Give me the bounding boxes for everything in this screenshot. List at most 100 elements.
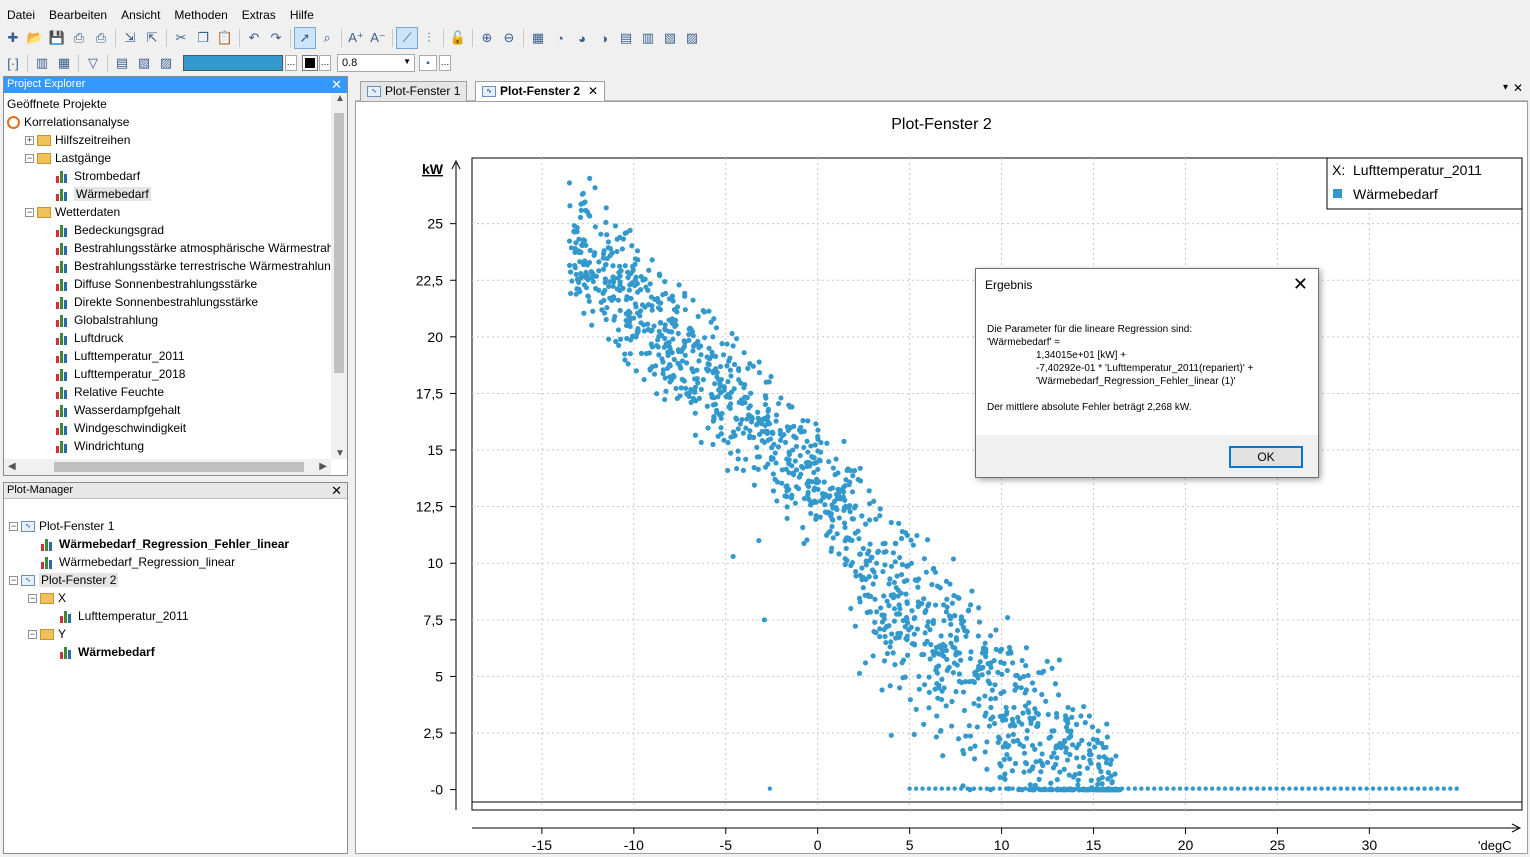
y-tick-label: 7,5 (424, 612, 444, 628)
data-point (1054, 777, 1060, 783)
y-axis-label: kW (422, 161, 444, 177)
data-point (1105, 769, 1111, 776)
data-point (926, 674, 932, 680)
data-point (630, 263, 636, 269)
data-point (657, 307, 664, 313)
data-point (720, 352, 727, 358)
data-point (982, 640, 988, 646)
ok-button[interactable]: OK (1229, 446, 1303, 468)
data-point (939, 786, 945, 791)
data-point (943, 647, 949, 654)
data-point (1006, 644, 1013, 651)
data-point (1005, 614, 1011, 621)
data-point (897, 554, 903, 561)
data-point (849, 537, 855, 543)
data-point (1048, 780, 1054, 786)
data-point (1024, 735, 1030, 741)
close-icon[interactable]: ✕ (1293, 274, 1308, 295)
data-point (692, 410, 698, 416)
data-point (896, 520, 902, 526)
data-point (701, 309, 708, 315)
data-point (1070, 706, 1076, 713)
data-point (633, 368, 639, 374)
data-point (692, 432, 699, 438)
data-point (1082, 720, 1088, 726)
data-point (809, 479, 815, 485)
data-point (991, 720, 998, 727)
data-point (1403, 786, 1408, 791)
data-point (950, 670, 956, 676)
data-point (842, 524, 848, 531)
data-point (567, 269, 574, 275)
data-point (1053, 761, 1059, 767)
data-point (877, 633, 883, 640)
data-point (954, 662, 960, 668)
data-point (725, 391, 731, 398)
legend: X: Lufttemperatur_2011 Wärmebedarf (1326, 157, 1523, 210)
data-point (884, 650, 891, 657)
data-point (1054, 714, 1060, 720)
data-point (926, 689, 932, 695)
data-point (801, 540, 807, 547)
data-point (735, 456, 741, 462)
data-point (938, 727, 944, 734)
data-point (971, 700, 977, 707)
x-tick-label: 15 (1086, 837, 1102, 853)
data-point (727, 367, 734, 373)
data-point (573, 271, 579, 278)
data-point (882, 633, 888, 640)
data-point (952, 613, 958, 619)
data-point (759, 438, 765, 444)
data-point (887, 683, 893, 689)
data-point (1377, 786, 1382, 791)
data-point (567, 203, 573, 209)
dialog-body: Die Parameter für die lineare Regression… (976, 301, 1318, 435)
data-point (746, 405, 752, 411)
data-point (704, 354, 710, 360)
data-point (706, 345, 712, 351)
data-point (967, 655, 974, 662)
data-point (882, 562, 888, 568)
dialog-formula-line: 'Wärmebedarf_Regression_Fehler_linear (1… (1036, 376, 1236, 387)
data-point (581, 282, 587, 288)
data-point (997, 761, 1003, 767)
data-point (822, 502, 828, 508)
data-point (747, 428, 753, 434)
data-point (589, 322, 595, 328)
data-point (582, 199, 588, 205)
data-point (721, 437, 727, 443)
data-point (1033, 759, 1039, 765)
data-point (596, 259, 602, 265)
data-point (567, 290, 574, 297)
data-point (577, 289, 583, 295)
legend-series-name: Wärmebedarf (1353, 186, 1438, 202)
data-point (1435, 786, 1440, 791)
data-point (1012, 760, 1019, 767)
data-point (641, 376, 647, 383)
data-point (624, 294, 630, 300)
data-point (855, 528, 861, 534)
data-point (662, 375, 668, 381)
data-point (777, 437, 784, 443)
data-point (662, 335, 668, 342)
data-point (673, 322, 679, 328)
data-point (737, 421, 743, 427)
data-point (805, 449, 811, 455)
data-point (740, 430, 746, 436)
data-point (998, 659, 1004, 665)
y-axis-ticks: -0 2,5 5 7,5 10 12,5 15 17,5 20 22,5 25 (416, 216, 456, 798)
data-point (586, 298, 592, 304)
data-point (695, 313, 701, 320)
data-point (1028, 720, 1034, 726)
data-point (842, 562, 848, 568)
data-point (1095, 728, 1101, 734)
data-point (817, 458, 823, 464)
data-point (619, 246, 625, 252)
data-point (755, 409, 761, 415)
data-point (1103, 787, 1109, 793)
data-point (637, 308, 644, 314)
data-point (1029, 680, 1036, 686)
data-point (1010, 660, 1016, 666)
data-point (894, 573, 900, 579)
data-point (602, 287, 608, 294)
